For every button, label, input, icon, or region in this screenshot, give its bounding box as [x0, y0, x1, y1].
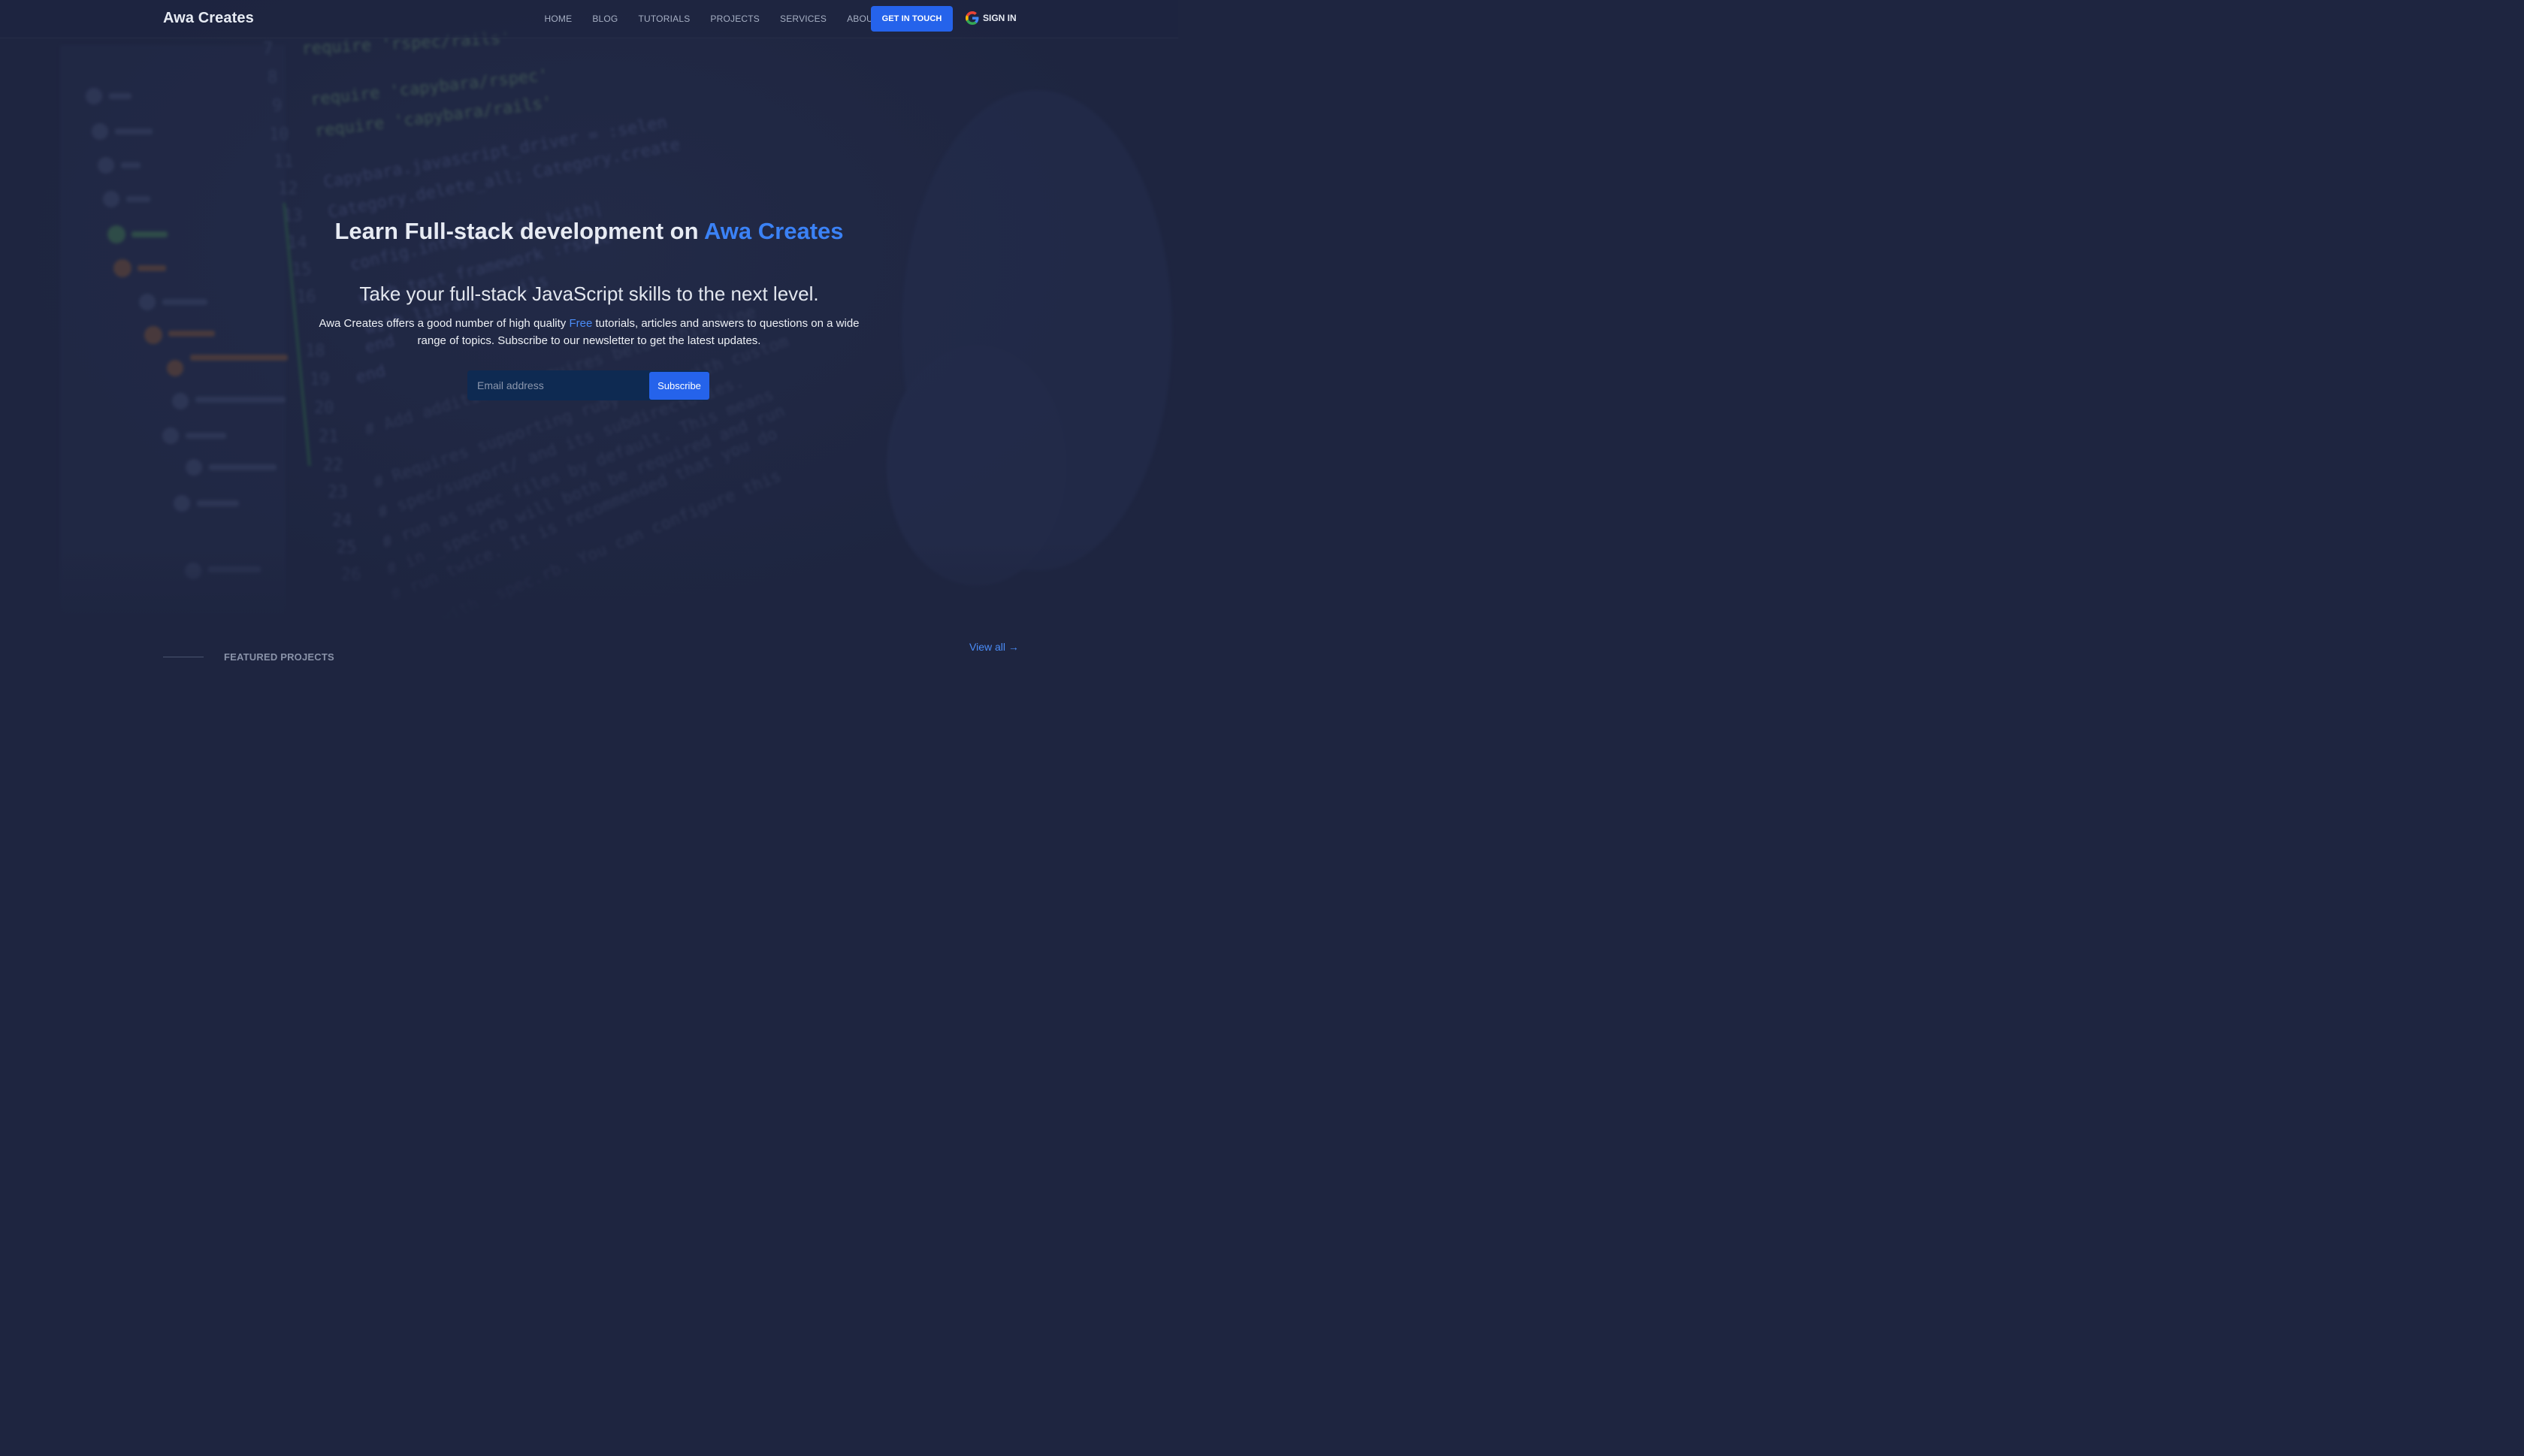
svg-text:7: 7	[263, 40, 273, 59]
svg-text:24: 24	[332, 512, 352, 530]
nav-home[interactable]: HOME	[534, 14, 582, 24]
headline-accent: Awa Creates	[703, 218, 844, 244]
svg-text:22: 22	[323, 456, 343, 475]
sign-in-button[interactable]: SIGN IN	[966, 11, 1017, 25]
hero-headline: Learn Full-stack development on Awa Crea…	[0, 218, 1178, 245]
hero-description: Awa Creates offers a good number of high…	[308, 315, 870, 349]
svg-text:12: 12	[278, 180, 298, 198]
description-free-highlight: Free	[569, 317, 593, 330]
email-input[interactable]	[467, 370, 648, 400]
subscribe-button[interactable]: Subscribe	[649, 372, 709, 400]
hero-background: 789 101112 131415 161819 202122 232425 2…	[0, 0, 1178, 624]
view-all-link[interactable]: View all →	[969, 641, 1019, 653]
svg-text:21: 21	[319, 427, 339, 446]
featured-projects-title: FEATURED PROJECTS	[224, 651, 334, 663]
hero-bottom-fade	[0, 541, 1178, 624]
svg-text:20: 20	[314, 399, 334, 418]
svg-text:10: 10	[269, 125, 289, 144]
svg-text:19: 19	[310, 370, 330, 389]
nav-projects[interactable]: PROJECTS	[700, 14, 770, 24]
svg-text:15: 15	[292, 261, 312, 279]
get-in-touch-button[interactable]: GET IN TOUCH	[871, 6, 953, 32]
hero-subheadline: Take your full-stack JavaScript skills t…	[359, 282, 819, 305]
sign-in-label: SIGN IN	[983, 13, 1017, 23]
brand-logo[interactable]: Awa Creates	[163, 10, 254, 27]
svg-text:end: end	[354, 361, 388, 387]
description-text-before: Awa Creates offers a good number of high…	[319, 317, 570, 330]
headline-prefix: Learn Full-stack development on	[334, 218, 704, 244]
code-editor-background-image: 789 101112 131415 161819 202122 232425 2…	[60, 29, 1172, 624]
svg-text:8: 8	[268, 68, 277, 87]
main-nav: HOME BLOG TUTORIALS PROJECTS SERVICES AB…	[534, 0, 889, 38]
top-navigation-bar: Awa Creates HOME BLOG TUTORIALS PROJECTS…	[0, 0, 1178, 38]
google-icon	[966, 11, 979, 25]
newsletter-form: Subscribe	[467, 370, 709, 400]
nav-services[interactable]: SERVICES	[770, 14, 837, 24]
svg-text:9: 9	[272, 97, 282, 116]
svg-text:23: 23	[328, 483, 348, 502]
nav-tutorials[interactable]: TUTORIALS	[628, 14, 700, 24]
nav-blog[interactable]: BLOG	[582, 14, 628, 24]
svg-text:11: 11	[274, 153, 294, 171]
